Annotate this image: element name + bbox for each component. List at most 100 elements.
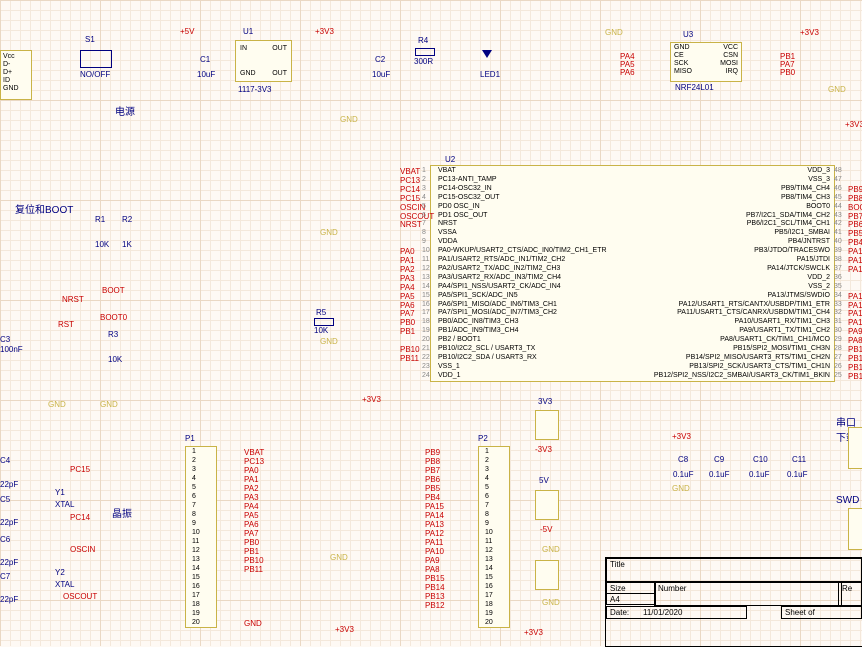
p2-num-8: 8 <box>485 511 489 518</box>
u2-right-name-29: PA8/USART1_CK/TIM1_CH1/MCO <box>610 336 830 343</box>
u2-left-net-21: PB10 <box>400 345 420 354</box>
u2-right-name-42: PB6/I2C1_SCL/TIM4_CH1 <box>610 220 830 227</box>
gnd-u2-1: GND <box>320 228 338 237</box>
u2-left-num-10: 10 <box>422 247 430 254</box>
u2-left-net-13: PA3 <box>400 274 415 283</box>
gnd-p1: GND <box>330 553 348 562</box>
c10-val: 0.1uF <box>749 470 769 479</box>
p1-num-5: 5 <box>192 484 196 491</box>
u2-left-net-2: PC13 <box>400 176 420 185</box>
p1-net-9: PA6 <box>244 520 259 529</box>
u2-left-num-11: 11 <box>422 256 429 263</box>
gnd-u3r: GND <box>828 85 846 94</box>
u2-left-num-12: 12 <box>422 265 430 272</box>
c7-val: 22pF <box>0 595 18 604</box>
net-pc15-c: PC15 <box>70 465 90 474</box>
u2-right-net-38: PA15 <box>848 256 862 265</box>
u2-right-name-28: PB15/SPI2_MOSI/TIM1_CH3N <box>610 345 830 352</box>
net-rst: RST <box>58 320 74 329</box>
u1-val: 1117-3V3 <box>238 85 272 94</box>
u2-left-name-1: VBAT <box>438 167 456 174</box>
u2-left-net-10: PA0 <box>400 247 415 256</box>
u2-right-num-34: 34 <box>834 292 842 299</box>
p1-net-2: PC13 <box>244 457 264 466</box>
net-3v3-1: +3V3 <box>315 27 334 36</box>
u2-left-net-14: PA4 <box>400 283 415 292</box>
net-boot0: BOOT0 <box>100 313 127 322</box>
u2-left-num-19: 19 <box>422 327 430 334</box>
led1-ref: LED1 <box>480 70 500 79</box>
u2-left-name-12: PA2/USART2_TX/ADC_IN2/TIM2_CH3 <box>438 265 560 272</box>
u2-right-num-48: 48 <box>834 167 842 174</box>
p1-num-6: 6 <box>192 493 196 500</box>
p2-num-18: 18 <box>485 601 493 608</box>
u2-right-net-28: PB15 <box>848 345 862 354</box>
u2-right-num-25: 25 <box>834 372 842 379</box>
c3-val: 100nF <box>0 345 23 354</box>
p2-net-6: PB4 <box>425 493 440 502</box>
p1-net-10: PA7 <box>244 529 259 538</box>
p1-num-16: 16 <box>192 583 200 590</box>
u2-right-net-25: PB12 <box>848 372 862 381</box>
u2-ref: U2 <box>445 155 455 164</box>
u2-left-num-1: 1 <box>422 167 426 174</box>
u2-right-name-39: PB3/JTDO/TRACESWO <box>610 247 830 254</box>
c6-val: 22pF <box>0 558 18 567</box>
u2-right-name-32: PA11/USART1_CTS/CANRX/USBDM/TIM1_CH4 <box>610 309 830 316</box>
p2-net-7: PA15 <box>425 502 444 511</box>
p1-num-4: 4 <box>192 475 196 482</box>
u2-left-name-9: VDDA <box>438 238 457 245</box>
u2-right-net-46: PB9 <box>848 185 862 194</box>
u2-left-name-11: PA1/USART2_RTS/ADC_IN1/TIM2_CH2 <box>438 256 565 263</box>
p1-ref: P1 <box>185 434 195 443</box>
p2-num-13: 13 <box>485 556 493 563</box>
u3-pin-csn: CSN <box>723 52 738 59</box>
u2-right-net-33: PA12 <box>848 301 862 310</box>
u1-pin-gnd: GND <box>240 70 256 77</box>
net-boot: BOOT <box>102 286 125 295</box>
p2-net-13: PA9 <box>425 556 440 565</box>
p2-header <box>478 446 510 628</box>
u2-right-num-36: 36 <box>834 274 842 281</box>
hdr-gnd <box>535 560 559 590</box>
usb-pin-id: ID <box>3 77 10 84</box>
p1-net-6: PA3 <box>244 493 259 502</box>
u2-left-num-7: 7 <box>422 220 426 227</box>
s1-ref: S1 <box>85 35 95 44</box>
p2-num-2: 2 <box>485 457 489 464</box>
c1-val: 10uF <box>197 70 215 79</box>
u2-left-num-5: 5 <box>422 203 426 210</box>
r4-ref: R4 <box>418 36 428 45</box>
p2-net-2: PB8 <box>425 457 440 466</box>
u2-right-num-39: 39 <box>834 247 842 254</box>
p1-num-20: 20 <box>192 619 200 626</box>
y2-val: XTAL <box>55 580 74 589</box>
p1-num-3: 3 <box>192 466 196 473</box>
r5-ref: R5 <box>316 308 326 317</box>
u2-left-name-5: PD0 OSC_IN <box>438 203 480 210</box>
r5-body <box>314 318 334 326</box>
usb-pin-vcc: Vcc <box>3 53 15 60</box>
u2-left-name-24: VDD_1 <box>438 372 461 379</box>
u2-right-name-41: PB5/I2C1_SMBAI <box>610 229 830 236</box>
p2-num-20: 20 <box>485 619 493 626</box>
usb-pin-dp: D+ <box>3 69 12 76</box>
u3-pin-miso: MISO <box>674 68 692 75</box>
u2-right-net-45: PB8 <box>848 194 862 203</box>
u2-left-net-6: OSCOUT <box>400 212 434 221</box>
p1-num-17: 17 <box>192 592 200 599</box>
p2-num-9: 9 <box>485 520 489 527</box>
u2-right-num-40: 40 <box>834 238 842 245</box>
p1-net-14: PB11 <box>244 565 263 574</box>
p1-net-13: PB10 <box>244 556 264 565</box>
u2-right-net-26: PB13 <box>848 363 862 372</box>
c5-val: 22pF <box>0 518 18 527</box>
sheet-lbl: Sheet of <box>781 606 862 619</box>
section-swd: SWD <box>836 495 859 506</box>
p2-num-10: 10 <box>485 529 493 536</box>
section-power: 电源 <box>115 103 135 118</box>
u2-right-net-43: PB7 <box>848 212 862 221</box>
u2-left-net-17: PA7 <box>400 309 415 318</box>
lbl-5v: 5V <box>539 476 549 485</box>
p2-num-17: 17 <box>485 592 493 599</box>
